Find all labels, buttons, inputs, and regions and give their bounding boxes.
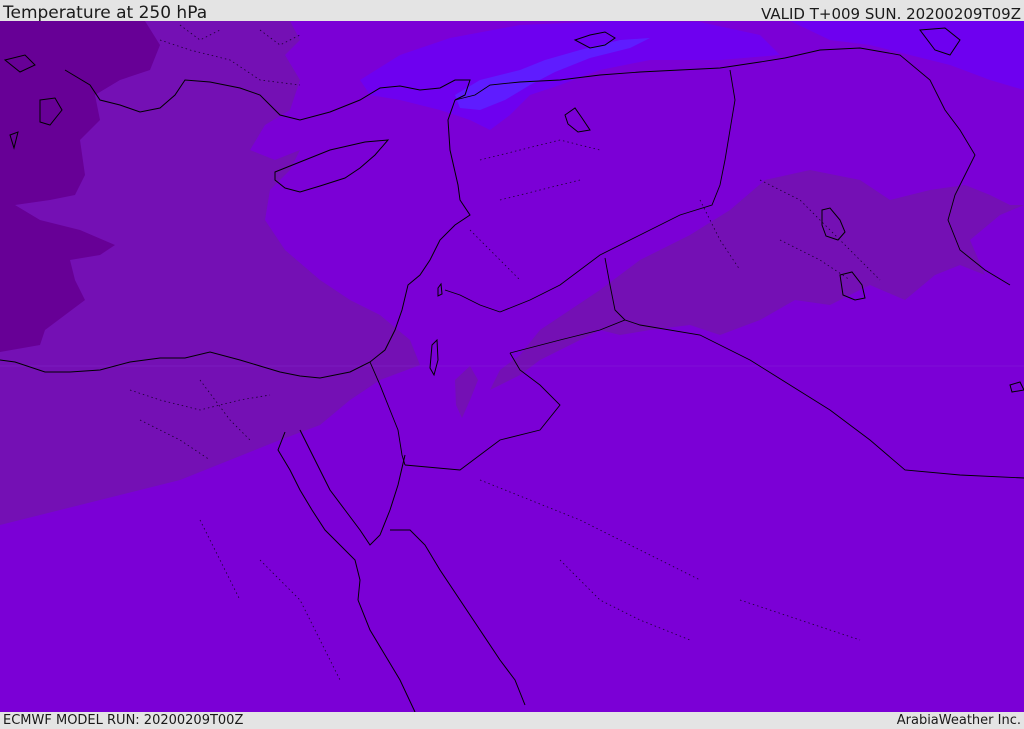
model-run-label: ECMWF MODEL RUN: 20200209T00Z bbox=[3, 713, 244, 728]
weather-map bbox=[0, 21, 1024, 712]
credit-label: ArabiaWeather Inc. bbox=[896, 713, 1021, 728]
header-bar: Temperature at 250 hPa VALID T+009 SUN. … bbox=[0, 0, 1024, 23]
footer-bar: ECMWF MODEL RUN: 20200209T00Z ArabiaWeat… bbox=[0, 712, 1024, 729]
map-figure: Temperature at 250 hPa VALID T+009 SUN. … bbox=[0, 0, 1024, 729]
map-panel bbox=[0, 21, 1024, 712]
map-title: Temperature at 250 hPa bbox=[3, 3, 208, 23]
